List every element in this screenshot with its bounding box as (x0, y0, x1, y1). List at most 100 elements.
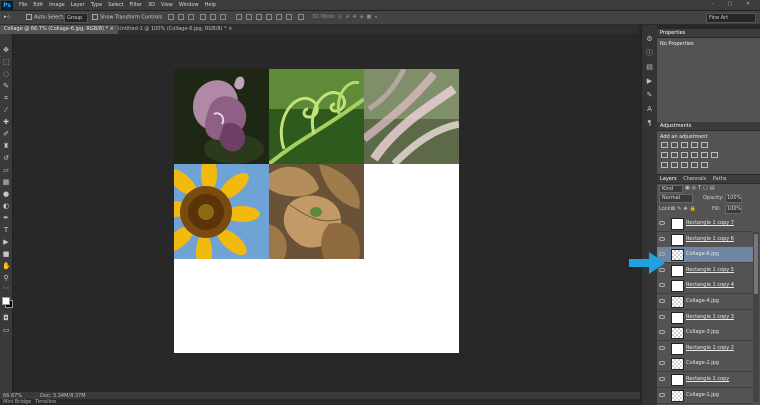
layers-scrollbar[interactable] (753, 232, 759, 402)
exposure-icon[interactable] (691, 142, 698, 148)
hue-saturation-icon[interactable] (661, 152, 668, 158)
quick-mask-icon[interactable]: ◘ (2, 314, 10, 322)
clone-stamp-tool-icon[interactable]: ♜ (2, 142, 10, 150)
layer-name[interactable]: Rectangle 1 copy 5 (686, 267, 734, 273)
distribute-middle-icon[interactable] (246, 14, 252, 20)
menu-edit[interactable]: Edit (33, 2, 43, 8)
align-bottom-icon[interactable] (188, 14, 194, 20)
visibility-eye-icon[interactable] (659, 299, 665, 303)
visibility-eye-icon[interactable] (659, 283, 665, 288)
layer-name[interactable]: Rectangle 1 copy (686, 376, 729, 382)
tab-untitled-1[interactable]: Untitled-1 @ 100% (Collage-6.jpg, RGB/8)… (114, 25, 236, 34)
distribute-right-icon[interactable] (286, 14, 292, 20)
invert-icon[interactable] (661, 162, 668, 168)
lock-icons[interactable]: ⊠✎✥🔒 (671, 206, 698, 212)
path-selection-tool-icon[interactable]: ▶ (2, 238, 10, 246)
layer-row[interactable]: Collage-2.jpg (657, 356, 753, 373)
tab-layers[interactable]: Layers (660, 176, 677, 182)
opacity-input[interactable]: 100% (725, 194, 742, 203)
layer-name[interactable]: Rectangle 1 copy 4 (686, 282, 734, 288)
layer-name[interactable]: Collage-3.jpg (686, 329, 719, 335)
hand-tool-icon[interactable]: ✋ (2, 262, 11, 270)
threshold-icon[interactable] (681, 162, 688, 168)
info-panel-icon[interactable]: ⓘ (645, 49, 654, 58)
swatches-panel-icon[interactable]: ▤ (645, 63, 654, 72)
foreground-color-swatch[interactable] (2, 297, 10, 305)
posterize-icon[interactable] (671, 162, 678, 168)
menu-help[interactable]: Help (205, 2, 216, 8)
selective-color-icon[interactable] (701, 162, 708, 168)
layer-row[interactable]: Rectangle 1 copy 6 (657, 231, 753, 248)
layer-name[interactable]: Rectangle 1 copy 2 (686, 345, 734, 351)
menu-file[interactable]: File (19, 2, 27, 8)
distribute-left-icon[interactable] (266, 14, 272, 20)
distribute-center-icon[interactable] (276, 14, 282, 20)
layer-row[interactable]: Rectangle 1 copy 7 (657, 216, 753, 232)
tab-timeline[interactable]: Timeline (35, 399, 56, 405)
layers-scroll-thumb[interactable] (754, 234, 758, 294)
layer-filter-icons[interactable]: ▣◎T▢▤ (685, 185, 717, 191)
brush-tool-icon[interactable]: ✐ (2, 130, 10, 138)
actions-panel-icon[interactable]: ▶ (645, 77, 654, 86)
history-brush-tool-icon[interactable]: ↺ (2, 154, 10, 162)
layer-name[interactable]: Rectangle 1 copy 3 (686, 314, 734, 320)
layer-name[interactable]: Collage-2.jpg (686, 360, 719, 366)
layer-row[interactable]: Rectangle 1 copy 2 (657, 340, 753, 357)
menu-type[interactable]: Type (91, 2, 102, 8)
menu-select[interactable]: Select (108, 2, 123, 8)
layer-name[interactable]: Collage-1.jpg (686, 392, 719, 398)
pen-tool-icon[interactable]: ✒ (2, 214, 10, 222)
auto-select-dropdown[interactable]: Group (64, 13, 88, 23)
tab-collage[interactable]: Collage @ 66.7% (Collage-6.jpg, RGB/8) *… (0, 25, 118, 34)
dodge-tool-icon[interactable]: ◐ (2, 202, 10, 210)
lasso-tool-icon[interactable]: ◌ (2, 70, 10, 78)
brightness-contrast-icon[interactable] (661, 142, 668, 148)
visibility-eye-icon[interactable] (659, 236, 665, 241)
blend-mode-dropdown[interactable]: Normal (659, 194, 693, 203)
menu-image[interactable]: Image (49, 2, 65, 8)
curves-icon[interactable] (681, 142, 688, 148)
gradient-map-icon[interactable] (691, 162, 698, 168)
tab-paths[interactable]: Paths (713, 176, 727, 182)
workspace-dropdown[interactable]: Fine Art (706, 13, 756, 23)
transform-controls-checkbox[interactable]: Show Transform Controls (92, 14, 162, 21)
layer-row[interactable]: Rectangle 1 copy (657, 372, 753, 388)
layer-name[interactable]: Collage-4.jpg (686, 298, 719, 304)
layer-row[interactable]: Collage-4.jpg (657, 294, 753, 310)
align-right-icon[interactable] (220, 14, 226, 20)
layer-row[interactable]: Collage-1.jpg (657, 387, 753, 404)
paragraph-panel-icon[interactable]: ¶ (645, 119, 654, 128)
zoom-tool-icon[interactable]: ⚲ (2, 274, 10, 282)
fill-input[interactable]: 100% (725, 205, 742, 214)
channel-mixer-icon[interactable] (701, 152, 708, 158)
distribute-bottom-icon[interactable] (256, 14, 262, 20)
levels-icon[interactable] (671, 142, 678, 148)
history-panel-icon[interactable]: ⚙ (645, 35, 654, 44)
move-tool-icon[interactable]: ✥ (2, 46, 10, 54)
layer-name[interactable]: Collage-6.jpg (686, 251, 719, 257)
align-left-icon[interactable] (200, 14, 206, 20)
menu-layer[interactable]: Layer (71, 2, 85, 8)
layer-row[interactable]: Rectangle 1 copy 3 (657, 309, 753, 326)
menu-window[interactable]: Window (179, 2, 199, 8)
gradient-tool-icon[interactable]: ▦ (2, 178, 10, 186)
eraser-tool-icon[interactable]: ▱ (2, 166, 10, 174)
screen-mode-icon[interactable]: ▭ (2, 326, 10, 334)
tab-properties[interactable]: Properties (660, 30, 685, 36)
menu-view[interactable]: View (161, 2, 173, 8)
tab-mini-bridge[interactable]: Mini Bridge (3, 399, 31, 405)
document-canvas[interactable] (174, 69, 459, 353)
auto-select-checkbox[interactable]: Auto-Select: (26, 14, 65, 21)
visibility-eye-icon[interactable] (659, 221, 665, 225)
vibrance-icon[interactable] (701, 142, 708, 148)
photo-filter-icon[interactable] (691, 152, 698, 158)
distribute-top-icon[interactable] (236, 14, 242, 20)
layer-row[interactable]: Collage-6.jpg (657, 247, 753, 264)
crop-tool-icon[interactable]: ⌗ (2, 94, 10, 102)
shape-tool-icon[interactable]: ■ (2, 250, 10, 258)
healing-brush-tool-icon[interactable]: ✚ (2, 118, 10, 126)
visibility-eye-icon[interactable] (659, 345, 665, 350)
quick-select-tool-icon[interactable]: ✎ (2, 82, 10, 90)
type-tool-icon[interactable]: T (2, 226, 10, 234)
visibility-eye-icon[interactable] (659, 361, 665, 366)
